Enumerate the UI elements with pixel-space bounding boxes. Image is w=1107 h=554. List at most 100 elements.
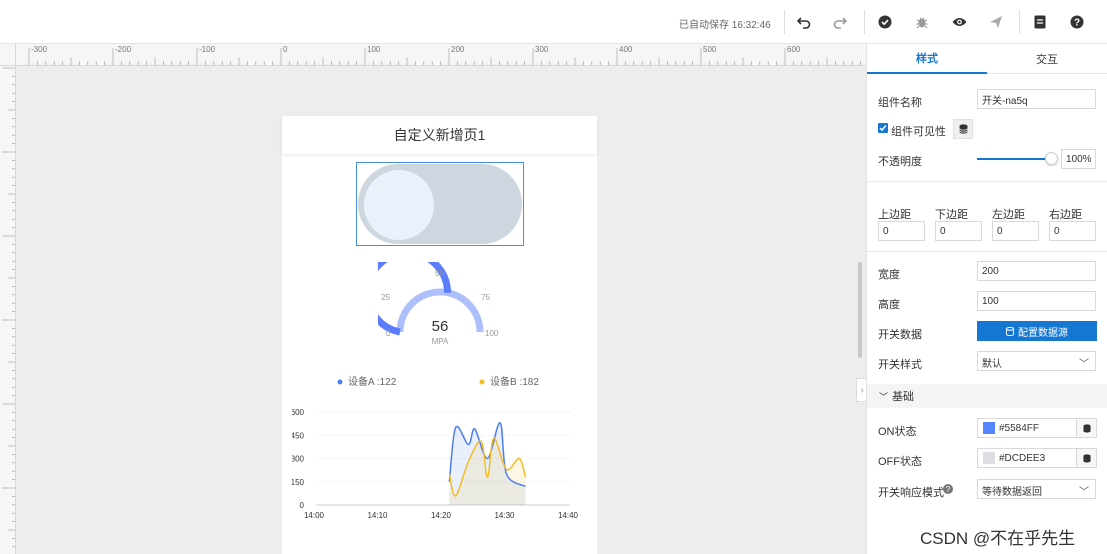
height-input[interactable]: [977, 291, 1096, 311]
panel-tabs: 样式 交互: [867, 44, 1107, 74]
on-color-value: #5584FF: [999, 422, 1040, 434]
redo-icon[interactable]: [830, 12, 850, 32]
database-icon[interactable]: [1076, 419, 1096, 437]
basic-section-title: 基础: [892, 391, 915, 403]
ruler-corner: [0, 44, 16, 66]
margin-right-label: 右边距: [1049, 209, 1082, 221]
x-tick-label: 14:30: [494, 511, 515, 520]
svg-text:?: ?: [1074, 18, 1080, 29]
legend-label: 设备B :182: [490, 375, 539, 388]
y-tick-label: 150: [292, 478, 305, 487]
horizontal-ruler: -300 -200 -100 0 100 200 300 400 500 600: [16, 44, 866, 66]
component-name-label: 组件名称: [878, 97, 922, 109]
document-icon[interactable]: [1030, 12, 1050, 32]
switch-knob[interactable]: [364, 170, 434, 240]
ruler-label: -100: [199, 45, 216, 54]
section-divider: [867, 181, 1107, 182]
tab-interaction[interactable]: 交互: [987, 44, 1107, 74]
component-name-input[interactable]: [977, 89, 1096, 109]
toolbar-divider: [784, 10, 785, 34]
y-tick-label: 450: [292, 431, 305, 440]
section-divider: [867, 251, 1107, 252]
bug-icon[interactable]: [912, 12, 932, 32]
gauge-tick-0: 0: [386, 329, 391, 338]
database-icon[interactable]: [1076, 449, 1096, 467]
ruler-label: -300: [31, 45, 48, 54]
ruler-label: 200: [451, 45, 465, 54]
gauge-tick-75: 75: [481, 293, 490, 302]
visible-checkbox[interactable]: [878, 123, 888, 133]
legend-marker: [337, 379, 343, 385]
switch-data-label: 开关数据: [878, 329, 922, 341]
switch-component[interactable]: [356, 162, 524, 246]
y-tick-label: 300: [292, 455, 305, 464]
configure-datasource-button[interactable]: 配置数据源: [977, 321, 1097, 341]
basic-section-header[interactable]: ﹀ 基础: [867, 384, 1107, 408]
margin-left-label: 左边距: [992, 209, 1025, 221]
ruler-label: 400: [619, 45, 633, 54]
margin-top-input[interactable]: [878, 221, 925, 241]
property-panel: 样式 交互 组件名称 组件可见性 不透明度 上边距 下边距 左边距 右边距 宽度…: [866, 44, 1107, 554]
response-mode-select[interactable]: 等待数据返回 ﹀: [977, 479, 1096, 499]
x-tick-label: 14:00: [304, 511, 325, 520]
chevron-down-icon: ﹀: [1079, 487, 1089, 498]
on-color-picker[interactable]: #5584FF: [977, 418, 1097, 438]
database-icon: [1006, 326, 1014, 336]
on-color-swatch[interactable]: [983, 422, 995, 434]
toolbar-divider: [1019, 10, 1020, 34]
response-mode-label: 开关响应模式: [878, 487, 944, 499]
page-title: 自定义新增页1: [282, 116, 597, 154]
watermark: CSDN @不在乎先生: [920, 529, 1076, 548]
top-toolbar: 已自动保存 16:32:46 ?: [0, 0, 1107, 44]
mobile-page[interactable]: 自定义新增页1 0 25 50 75 100 56 MPA 设备A :122 设备…: [282, 116, 597, 554]
help-icon[interactable]: ?: [943, 484, 953, 494]
off-color-picker[interactable]: #DCDEE3: [977, 448, 1097, 468]
check-icon[interactable]: [875, 12, 895, 32]
opacity-slider[interactable]: [977, 158, 1051, 160]
editor-canvas[interactable]: -300 -200 -100 0 100 200 300 400 500 600 自定义新增页1 …: [0, 44, 868, 554]
off-color-swatch[interactable]: [983, 452, 995, 464]
tab-style[interactable]: 样式: [867, 44, 987, 74]
help-icon[interactable]: ?: [1067, 12, 1087, 32]
gauge-value: 56: [432, 318, 449, 335]
width-label: 宽度: [878, 269, 900, 281]
margin-bottom-input[interactable]: [935, 221, 982, 241]
off-state-label: OFF状态: [878, 456, 922, 468]
send-icon[interactable]: [986, 12, 1006, 32]
off-color-value: #DCDEE3: [999, 452, 1046, 464]
ruler-label: 100: [367, 45, 381, 54]
ruler-label: 600: [787, 45, 801, 54]
y-tick-label: 0: [300, 501, 305, 510]
margin-left-input[interactable]: [992, 221, 1039, 241]
chevron-down-icon: ﹀: [879, 391, 889, 402]
undo-icon[interactable]: [794, 12, 814, 32]
height-label: 高度: [878, 299, 900, 311]
ruler-label: -200: [115, 45, 132, 54]
gauge-tick-50: 50: [435, 269, 444, 278]
switch-track[interactable]: [358, 164, 522, 244]
gauge-component: 0 25 50 75 100 56 MPA: [364, 249, 502, 348]
ruler-label: 500: [703, 45, 717, 54]
ruler-label: 300: [535, 45, 549, 54]
database-icon[interactable]: [953, 119, 973, 139]
eye-icon[interactable]: [949, 12, 969, 32]
x-tick-label: 14:40: [558, 511, 579, 520]
chevron-down-icon: ﹀: [1079, 359, 1089, 370]
switch-style-label: 开关样式: [878, 359, 922, 371]
vertical-ruler: [0, 66, 16, 554]
gauge-tick-100: 100: [485, 329, 499, 338]
line-chart: 设备A :122 设备B :182 600 450 300 150 0 14:00 14:10 1…: [291, 366, 592, 530]
switch-style-value: 默认: [982, 359, 1002, 370]
margin-right-input[interactable]: [1049, 221, 1096, 241]
vertical-scrollbar[interactable]: [858, 262, 862, 358]
opacity-slider-handle[interactable]: [1045, 152, 1058, 165]
datasource-button-label: 配置数据源: [1018, 327, 1068, 339]
legend-label: 设备A :122: [348, 375, 397, 388]
width-input[interactable]: [977, 261, 1096, 281]
toolbar-divider: [864, 10, 865, 34]
opacity-input[interactable]: [1061, 149, 1096, 169]
switch-style-select[interactable]: 默认 ﹀: [977, 351, 1096, 371]
margin-bottom-label: 下边距: [935, 209, 968, 221]
visible-label: 组件可见性: [891, 126, 946, 138]
gauge-unit: MPA: [432, 337, 449, 346]
